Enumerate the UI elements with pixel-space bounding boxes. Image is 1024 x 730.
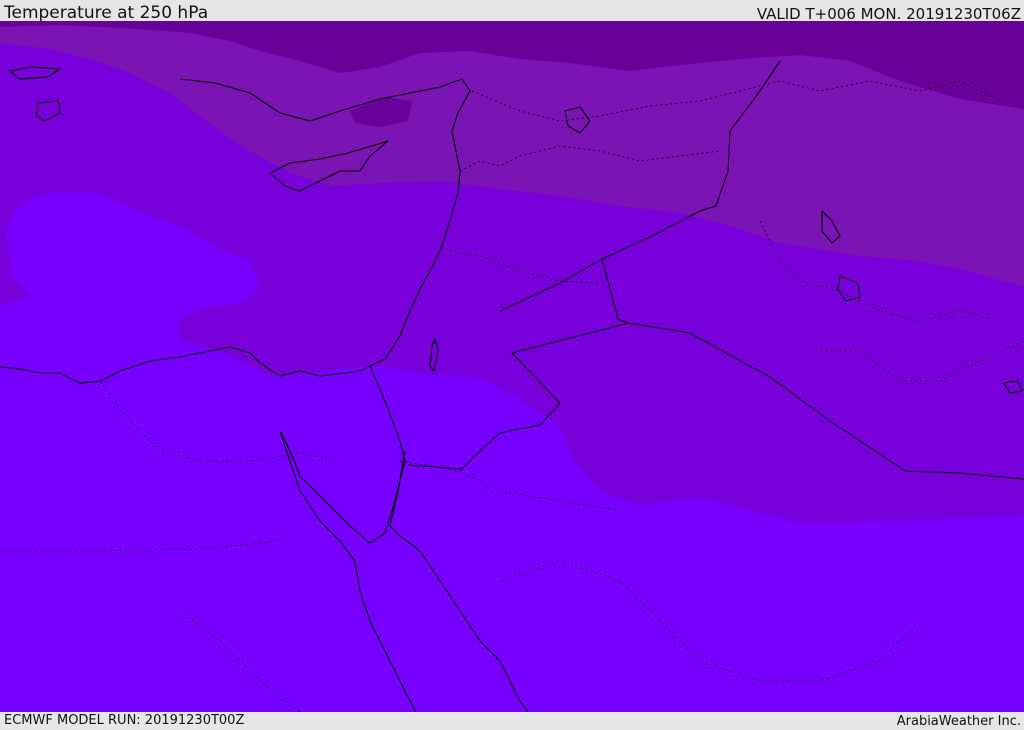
weather-map (0, 21, 1024, 712)
map-title: Temperature at 250 hPa (4, 3, 209, 23)
header-bar: Temperature at 250 hPa VALID T+006 MON. … (0, 0, 1024, 23)
credit-label: ArabiaWeather Inc. (896, 714, 1021, 729)
model-run-label: ECMWF MODEL RUN: 20191230T00Z (4, 713, 245, 728)
footer-bar: ECMWF MODEL RUN: 20191230T00Z ArabiaWeat… (0, 712, 1024, 729)
map-canvas (0, 21, 1024, 712)
